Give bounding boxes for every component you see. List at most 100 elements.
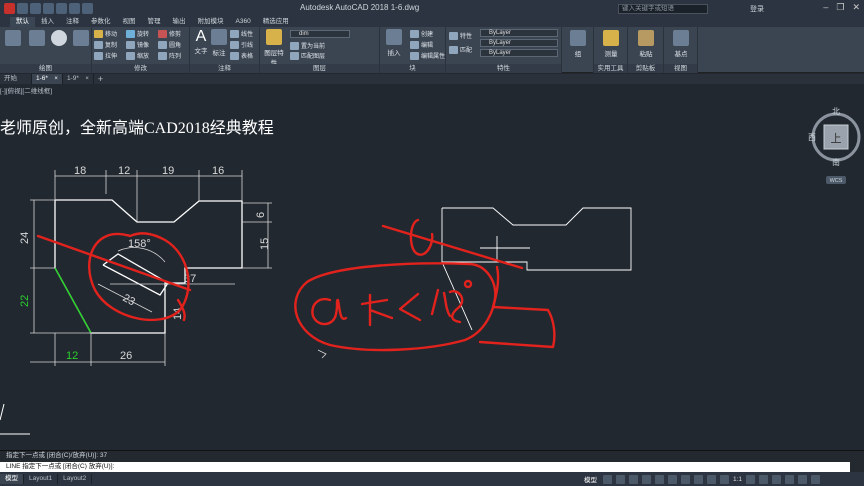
rotate-button[interactable]: 旋转 (126, 29, 149, 38)
saveas-icon[interactable] (56, 3, 67, 14)
open-icon[interactable] (30, 3, 41, 14)
undo-icon[interactable] (69, 3, 80, 14)
view-panel-label[interactable]: 视图 (664, 64, 697, 73)
create-block-button[interactable]: 创建 (410, 29, 433, 38)
new-tab-icon[interactable]: + (98, 74, 103, 84)
hardware-icon[interactable] (785, 474, 795, 484)
tab-a360[interactable]: A360 (230, 17, 257, 27)
viewcube-top-label[interactable]: 上 (831, 132, 842, 145)
tab-annotate[interactable]: 注释 (60, 17, 85, 27)
measure-button[interactable]: 测量 (599, 30, 623, 58)
tab-home[interactable]: 默认 (10, 17, 35, 27)
tab-addins[interactable]: 附加模块 (192, 17, 230, 27)
drawing-canvas[interactable]: [-][俯视][二维线框] 老师原创，全新高端CAD2018经典教程 18 12… (0, 84, 864, 450)
close-tab-icon[interactable]: × (54, 74, 58, 84)
tab-file-1-9[interactable]: 1-9* × (63, 74, 94, 84)
annotation-panel-label[interactable]: 注释 (190, 64, 259, 73)
restore-icon[interactable]: ❐ (836, 2, 844, 13)
tab-insert[interactable]: 插入 (35, 17, 60, 27)
linetype-dropdown[interactable]: ByLayer (480, 39, 558, 47)
dim-158-angle[interactable]: 158° (128, 238, 151, 250)
polyline-tool[interactable] (26, 30, 48, 48)
properties-button[interactable]: 特性 (449, 31, 472, 40)
layers-panel-label[interactable]: 图层 (260, 64, 379, 73)
close-icon[interactable]: ✕ (852, 2, 860, 13)
login-button[interactable]: 登录 (750, 4, 764, 14)
tab-start[interactable]: 开始 (0, 74, 32, 84)
edit-block-button[interactable]: 编辑 (410, 40, 433, 49)
linear-button[interactable]: 线性 (230, 29, 253, 38)
dim-22[interactable]: 22 (19, 295, 31, 307)
tab-view[interactable]: 视图 (117, 17, 142, 27)
otrack-icon[interactable] (668, 474, 677, 484)
array-button[interactable]: 阵列 (158, 51, 181, 60)
viewcube-south[interactable]: 南 (832, 157, 840, 167)
block-panel-label[interactable]: 块 (380, 64, 445, 73)
paste-button[interactable]: 粘贴 (634, 30, 658, 58)
leader-button[interactable]: 引线 (230, 40, 253, 49)
clipboard-panel-label[interactable]: 剪贴板 (628, 64, 663, 73)
osnap-icon[interactable] (655, 474, 664, 484)
app-menu-icon[interactable] (4, 3, 15, 14)
part-outline[interactable] (54, 199, 243, 334)
dim-19[interactable]: 19 (162, 165, 174, 177)
draw-panel-label[interactable]: 绘图 (0, 64, 91, 73)
green-chamfer-line[interactable] (54, 267, 92, 334)
tab-layout1[interactable]: Layout1 (24, 474, 59, 484)
make-current-button[interactable]: 置为当前 (290, 41, 325, 50)
dim-6[interactable]: 6 (255, 212, 267, 218)
tab-layout2[interactable]: Layout2 (58, 474, 93, 484)
copy-button[interactable]: 复制 (94, 40, 117, 49)
stretch-button[interactable]: 拉伸 (94, 51, 117, 60)
edit-attribute-button[interactable]: 编辑属性 (410, 51, 445, 60)
lineweight-icon[interactable] (681, 474, 690, 484)
model-space-toggle[interactable]: 模型 (584, 474, 597, 484)
isolate-icon[interactable] (772, 474, 782, 484)
dim-12-bottom[interactable]: 12 (66, 350, 78, 362)
grid-icon[interactable] (603, 474, 612, 484)
minimize-icon[interactable]: – (823, 2, 828, 13)
dim-26[interactable]: 26 (120, 350, 132, 362)
tab-manage[interactable]: 管理 (142, 17, 167, 27)
annotation-icon[interactable] (720, 474, 729, 484)
insert-button[interactable]: 插入 (383, 29, 405, 57)
tab-parametric[interactable]: 参数化 (85, 17, 117, 27)
mirror-button[interactable]: 镜像 (126, 40, 149, 49)
dim-23[interactable]: 23 (121, 292, 137, 308)
dim-16[interactable]: 16 (212, 165, 224, 177)
new-icon[interactable] (17, 3, 28, 14)
search-input[interactable]: 键入关键字或短语 (618, 4, 708, 14)
plus-icon[interactable] (759, 474, 769, 484)
ortho-icon[interactable] (629, 474, 638, 484)
tab-model[interactable]: 模型 (0, 474, 24, 484)
lineweight-dropdown[interactable]: ByLayer (480, 49, 558, 57)
layer-dropdown[interactable]: dim (290, 30, 350, 38)
dim-24[interactable]: 24 (19, 232, 31, 244)
match-layer-button[interactable]: 匹配图层 (290, 51, 325, 60)
text-button[interactable]: A 文字 (192, 29, 210, 56)
viewcube-north[interactable]: 北 (832, 107, 840, 116)
fillet-button[interactable]: 圆角 (158, 40, 181, 49)
close-tab-icon[interactable]: × (85, 74, 89, 84)
match-properties-button[interactable]: 匹配 (449, 45, 472, 54)
color-dropdown[interactable]: ByLayer (480, 29, 558, 37)
utilities-panel-label[interactable]: 实用工具 (594, 64, 627, 73)
viewport-controls[interactable]: [-][俯视][二维线框] (0, 86, 52, 95)
gear-icon[interactable] (746, 474, 756, 484)
selection-cycling-icon[interactable] (707, 474, 716, 484)
redo-icon[interactable] (82, 3, 93, 14)
snap-icon[interactable] (616, 474, 625, 484)
tab-output[interactable]: 输出 (167, 17, 192, 27)
customize-icon[interactable] (811, 474, 821, 484)
dim-12[interactable]: 12 (118, 165, 130, 177)
modify-panel-label[interactable]: 修改 (92, 64, 189, 73)
viewcube-west[interactable]: 西 (808, 133, 816, 142)
properties-panel-label[interactable]: 特性 (446, 64, 561, 73)
annotation-scale[interactable]: 1:1 (733, 476, 742, 483)
polar-icon[interactable] (642, 474, 651, 484)
clean-screen-icon[interactable] (798, 474, 808, 484)
basepoint-button[interactable]: 基点 (669, 30, 693, 58)
tab-file-1-6[interactable]: 1-6* × (32, 74, 63, 84)
tab-featured[interactable]: 精选应用 (257, 17, 295, 27)
dim-37[interactable]: 37 (184, 273, 196, 285)
